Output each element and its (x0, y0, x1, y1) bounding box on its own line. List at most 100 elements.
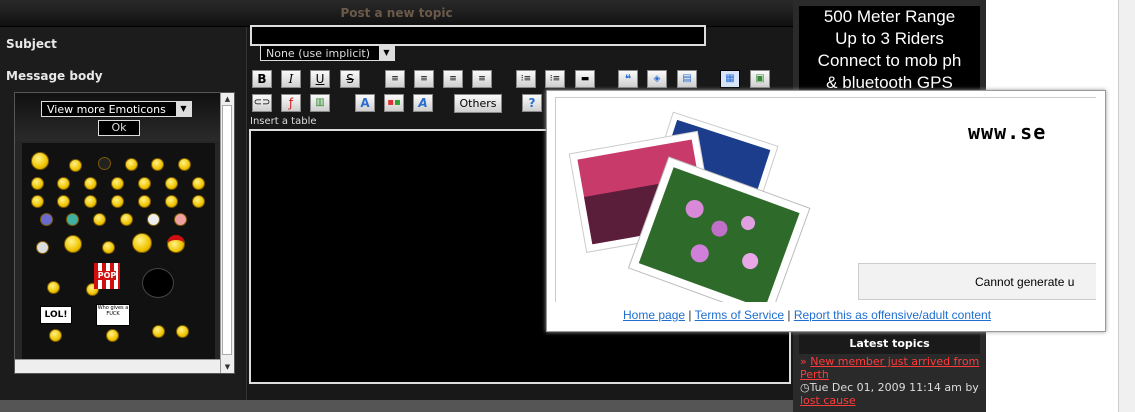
topic-arrow-icon: » (800, 355, 807, 368)
pale-smiley-icon[interactable] (36, 241, 49, 254)
scroll-down-icon[interactable]: ▼ (221, 361, 234, 373)
angry-smiley-icon[interactable] (165, 177, 178, 190)
topic-author-link[interactable]: lost cause (800, 394, 856, 407)
nerd-smiley-icon[interactable] (152, 325, 165, 338)
ghost-smiley-icon[interactable] (147, 213, 160, 226)
cheer-smiley-icon[interactable] (64, 235, 82, 253)
pacman-smiley-icon[interactable] (165, 195, 178, 208)
wink-smiley-icon[interactable] (151, 158, 164, 171)
pig-smiley-icon[interactable] (174, 213, 187, 226)
message-label: Message body (6, 69, 103, 83)
shades-smiley-icon[interactable] (31, 177, 44, 190)
cyclops-smiley-icon[interactable] (120, 213, 133, 226)
emoticon-header: View more Emoticons ▼ Ok (15, 93, 220, 141)
flash-icon[interactable]: ƒ (281, 94, 301, 112)
cool-smiley-icon[interactable] (98, 157, 111, 170)
color-picker-icon[interactable]: ▪▪ (384, 94, 404, 112)
align-center-button[interactable]: ≡ (414, 70, 434, 88)
santa-smiley-icon[interactable] (167, 235, 185, 253)
font-size-icon[interactable]: A (355, 94, 375, 112)
emoticon-vscrollbar[interactable]: ▲ ▼ (220, 93, 234, 373)
question-smiley-icon[interactable] (111, 195, 124, 208)
bullet-list-button[interactable]: ⁝≡ (516, 70, 536, 88)
video-icon[interactable]: ▥ (310, 94, 330, 112)
underline-button[interactable]: U (310, 70, 330, 88)
chevron-down-icon: ▼ (379, 46, 394, 60)
sign-holder2-smiley-icon[interactable] (106, 329, 119, 342)
grin-smiley-icon[interactable] (178, 158, 191, 171)
scroll-up-icon[interactable]: ▲ (221, 93, 234, 105)
smirk-smiley-icon[interactable] (57, 195, 70, 208)
link-separator: | (688, 308, 692, 322)
popup-footer-links: Home page | Terms of Service | Report th… (623, 308, 991, 322)
who-gives-sign-icon[interactable]: Who gives a FUCK (96, 304, 130, 326)
emoticon-category-select[interactable]: View more Emoticons ▼ (41, 101, 192, 117)
code-button[interactable]: ◈ (647, 70, 667, 88)
numbered-list-button[interactable]: ⁝≡ (545, 70, 565, 88)
insert-table-tooltip: Insert a table (250, 116, 317, 127)
evil-smiley-icon[interactable] (192, 177, 205, 190)
horizontal-rule-button[interactable]: ▬ (575, 70, 595, 88)
link-icon[interactable]: ⊂⊃ (252, 94, 272, 112)
smiley-icon[interactable] (69, 159, 82, 172)
emoticon-panel: View more Emoticons ▼ Ok POP LOL! Who gi… (14, 92, 235, 374)
subject-input[interactable] (250, 25, 706, 46)
justify-button[interactable]: ≡ (472, 70, 492, 88)
image-button[interactable]: ▣ (750, 70, 770, 88)
exclaim-smiley-icon[interactable] (84, 195, 97, 208)
page-scrollbar[interactable] (1118, 0, 1135, 412)
help-icon[interactable]: ? (522, 94, 542, 112)
sun-smiley-icon[interactable] (132, 233, 152, 253)
align-left-button[interactable]: ≡ (385, 70, 405, 88)
popcorn-text: POP (97, 271, 117, 280)
terms-link[interactable]: Terms of Service (695, 308, 784, 322)
lol-sign-icon[interactable]: LOL! (40, 306, 72, 324)
happy-smiley-icon[interactable] (57, 177, 70, 190)
emoticon-grid: POP LOL! Who gives a FUCK (22, 143, 215, 369)
insert-table-button[interactable]: ▦ (720, 70, 740, 88)
dizzy-smiley-icon[interactable] (93, 213, 106, 226)
scroll-thumb[interactable] (222, 105, 232, 355)
popcorn-icon[interactable]: POP (94, 263, 120, 289)
topic-by: by (965, 381, 979, 394)
topic-link[interactable]: New member just arrived from Perth (800, 355, 979, 381)
tongue-smiley-icon[interactable] (84, 177, 97, 190)
ok-button[interactable]: Ok (98, 120, 140, 136)
idea-smiley-icon[interactable] (138, 195, 151, 208)
emoticon-hscrollbar[interactable] (15, 359, 220, 373)
yawn-smiley-icon[interactable] (176, 325, 189, 338)
link-separator: | (787, 308, 791, 322)
afro-smiley-icon[interactable] (142, 268, 174, 298)
alien-smiley-icon[interactable] (40, 213, 53, 226)
rock-smiley-icon[interactable] (31, 152, 49, 170)
latest-topics-heading: Latest topics (799, 334, 980, 354)
bold-button[interactable]: B (252, 70, 272, 88)
laugh-smiley-icon[interactable] (31, 195, 44, 208)
latest-topic-item: » New member just arrived from Perth ◷Tu… (800, 355, 981, 407)
italic-button[interactable]: I (281, 70, 301, 88)
chevron-down-icon: ▼ (176, 102, 191, 116)
home-page-link[interactable]: Home page (623, 308, 685, 322)
strike-button[interactable]: S (340, 70, 360, 88)
sad-smiley-icon[interactable] (138, 177, 151, 190)
font-face-icon[interactable]: A (413, 94, 433, 112)
sick-smiley-icon[interactable] (66, 213, 79, 226)
ad-line: 500 Meter Range (823, 7, 956, 26)
who-gives-sign-text: Who gives a FUCK (97, 305, 129, 317)
topic-icon-select[interactable]: None (use implicit) ▼ (260, 45, 395, 61)
form-bottom-bar (0, 400, 793, 412)
neutral-smiley-icon[interactable] (111, 177, 124, 190)
surprised-smiley-icon[interactable] (192, 195, 205, 208)
report-link[interactable]: Report this as offensive/adult content (794, 308, 991, 322)
quote-button[interactable]: ❝ (618, 70, 638, 88)
error-message: Cannot generate u (858, 263, 1096, 300)
form-title-bar: Post a new topic (0, 0, 793, 27)
drunk-smiley-icon[interactable] (102, 241, 115, 254)
advert-box[interactable]: 500 Meter Range Up to 3 Riders Connect t… (799, 6, 980, 92)
sign-holder-smiley-icon[interactable] (49, 329, 62, 342)
blush-smiley-icon[interactable] (125, 158, 138, 171)
whistle-smiley-icon[interactable] (47, 281, 60, 294)
others-button[interactable]: Others (454, 94, 502, 113)
align-right-button[interactable]: ≡ (443, 70, 463, 88)
table-button[interactable]: ▤ (677, 70, 697, 88)
